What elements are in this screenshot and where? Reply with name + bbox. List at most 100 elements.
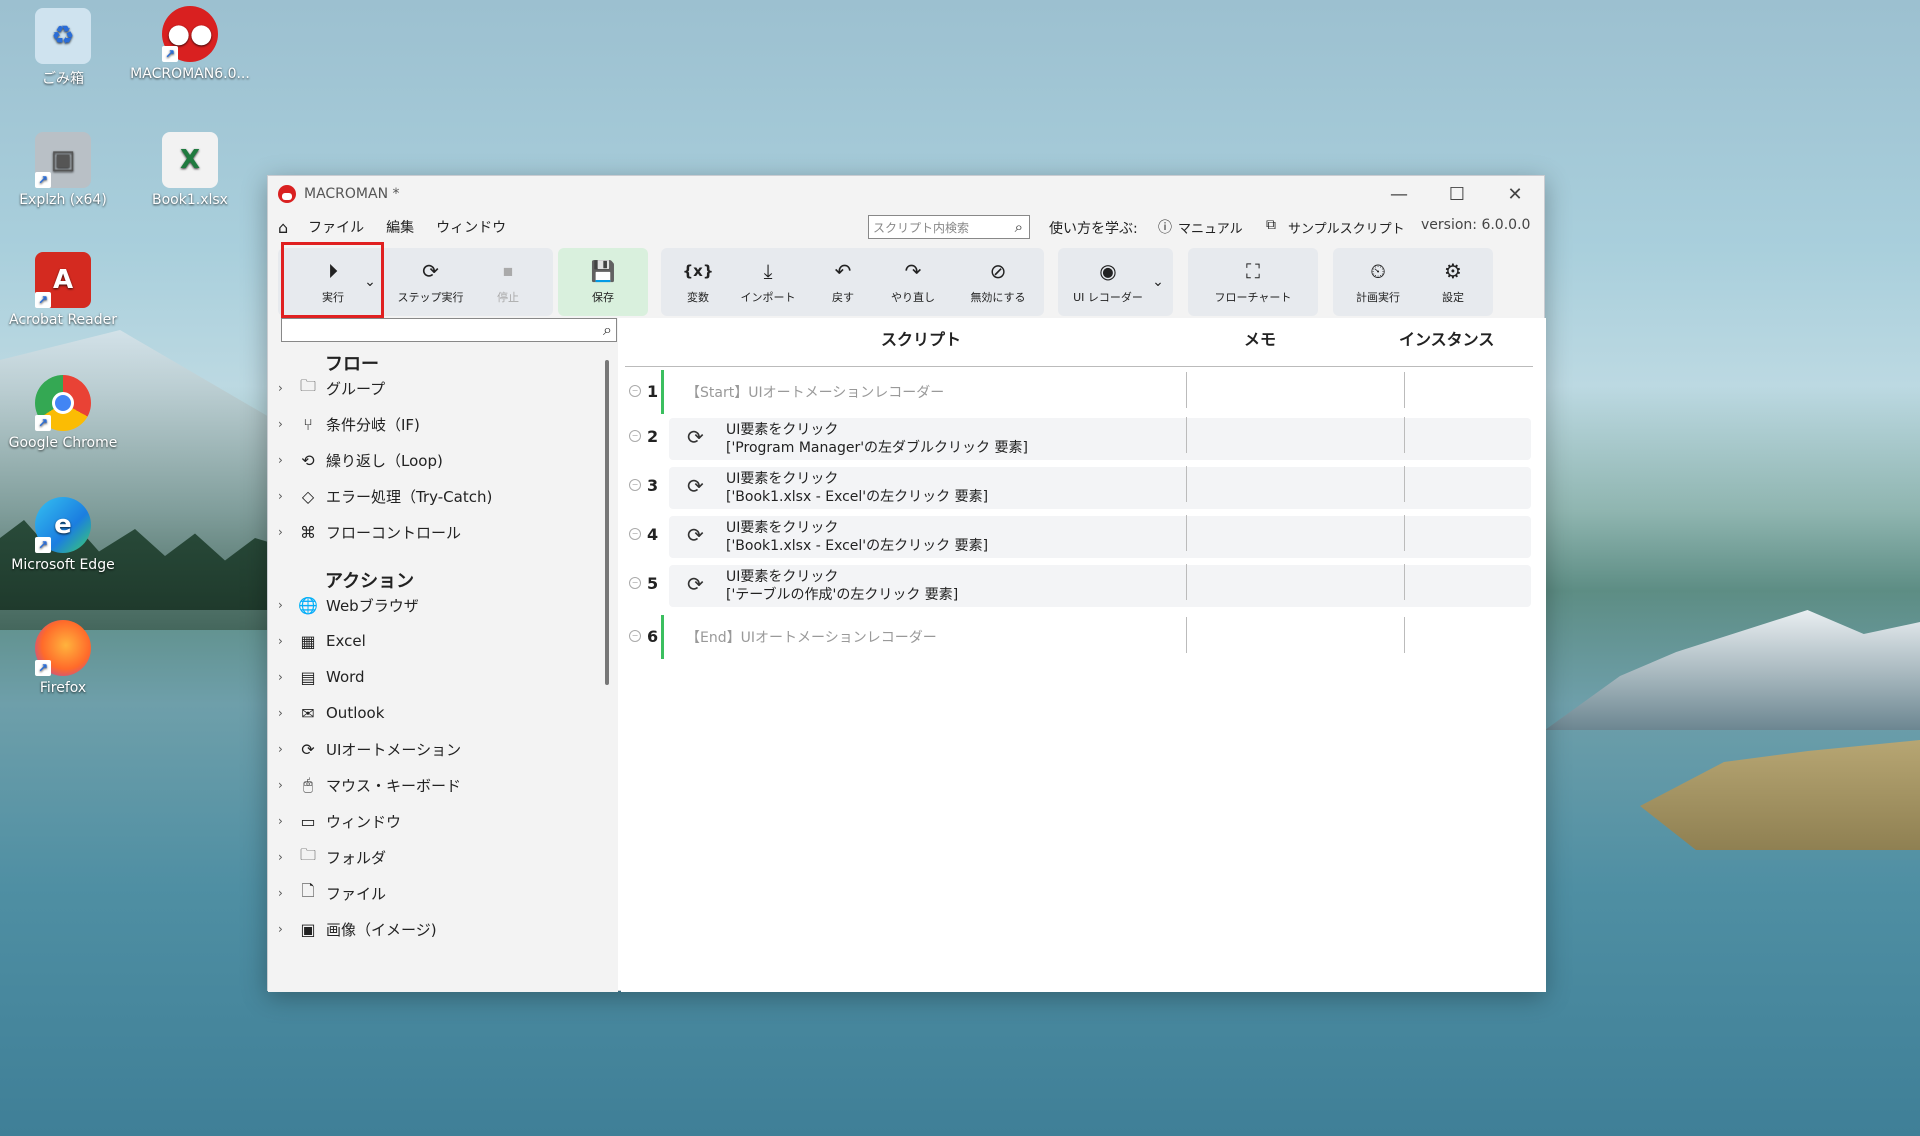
column-separator bbox=[1404, 515, 1405, 551]
flow-item-label: グループ bbox=[326, 379, 386, 398]
script-row[interactable]: − 4 ⟳ UI要素をクリック ['Book1.xlsx - Excel'の左ク… bbox=[621, 513, 1533, 558]
action-panel-scroll-thumb[interactable] bbox=[605, 360, 609, 685]
flowchart-button[interactable]: ⛶ フローチャート bbox=[1198, 248, 1308, 316]
flow-item-if[interactable]: › ⑂ 条件分岐（IF) bbox=[278, 409, 420, 439]
search-icon[interactable]: ⌕ bbox=[1015, 218, 1023, 236]
save-icon: 💾 bbox=[590, 259, 616, 283]
stop-icon: ⏹ bbox=[503, 259, 513, 283]
desktop-icon-book1[interactable]: X Book1.xlsx bbox=[130, 132, 250, 208]
desktop-icon-recycle-bin[interactable]: ♻ ごみ箱 bbox=[3, 8, 123, 88]
desktop-icon-firefox[interactable]: ↗ Firefox bbox=[3, 620, 123, 696]
action-item-word[interactable]: › ▤ Word bbox=[278, 662, 365, 692]
column-separator bbox=[1404, 564, 1405, 600]
chevron-right-icon: › bbox=[278, 489, 283, 503]
column-header-instance: インスタンス bbox=[1399, 330, 1495, 349]
import-button[interactable]: ⤓ インポート bbox=[728, 248, 808, 316]
action-item-label: Webブラウザ bbox=[326, 596, 419, 615]
script-row[interactable]: − 1 【Start】UIオートメーションレコーダー bbox=[621, 370, 1533, 414]
step-run-button[interactable]: ⟳ ステップ実行 bbox=[383, 248, 478, 316]
recorder-dropdown-button[interactable]: ⌄ bbox=[1148, 248, 1168, 316]
column-separator bbox=[1404, 372, 1405, 408]
action-item-label: Outlook bbox=[326, 704, 385, 722]
sample-script-link[interactable]: サンプルスクリプト bbox=[1288, 218, 1405, 237]
flow-item-flow-control[interactable]: › ⌘ フローコントロール bbox=[278, 517, 461, 547]
action-search-input[interactable]: ⌕ bbox=[281, 318, 617, 342]
row-active-bar bbox=[661, 615, 664, 659]
firefox-icon: ↗ bbox=[35, 620, 91, 676]
maximize-button[interactable]: ☐ bbox=[1428, 176, 1486, 212]
menu-window[interactable]: ウィンドウ bbox=[436, 217, 506, 237]
ui-recorder-button[interactable]: ◉ UI レコーダー bbox=[1063, 248, 1153, 316]
action-item-label: UIオートメーション bbox=[326, 740, 462, 759]
flowchart-label: フローチャート bbox=[1214, 291, 1292, 304]
app-logo-icon bbox=[278, 185, 296, 203]
variables-button[interactable]: {x} 変数 bbox=[668, 248, 728, 316]
script-search-input[interactable]: スクリプト内検索 ⌕ bbox=[868, 215, 1030, 239]
action-item-excel[interactable]: › ▦ Excel bbox=[278, 626, 366, 656]
schedule-button[interactable]: ⏲ 計画実行 bbox=[1343, 248, 1413, 316]
column-separator bbox=[1186, 564, 1187, 600]
flow-item-group[interactable]: › 🗀 グループ bbox=[278, 373, 385, 403]
background-mountain bbox=[1545, 610, 1920, 730]
action-item-window[interactable]: › ▭ ウィンドウ bbox=[278, 806, 401, 836]
desktop-icon-macroman[interactable]: ●● ↗ MACROMAN6.0... bbox=[130, 6, 250, 82]
flow-item-try-catch[interactable]: › ◇ エラー処理（Try-Catch) bbox=[278, 481, 492, 511]
action-item-file[interactable]: › 🗋 ファイル bbox=[278, 878, 386, 908]
chevron-right-icon: › bbox=[278, 453, 283, 467]
menu-file[interactable]: ファイル bbox=[308, 217, 364, 237]
flow-item-label: 繰り返し（Loop) bbox=[326, 451, 443, 470]
gear-icon: ⚙ bbox=[1444, 259, 1462, 283]
script-row[interactable]: − 3 ⟳ UI要素をクリック ['Book1.xlsx - Excel'の左ク… bbox=[621, 464, 1533, 509]
action-item-outlook[interactable]: › ✉ Outlook bbox=[278, 698, 384, 728]
collapse-icon[interactable]: − bbox=[629, 479, 641, 491]
collapse-icon[interactable]: − bbox=[629, 528, 641, 540]
collapse-icon[interactable]: − bbox=[629, 577, 641, 589]
redo-button[interactable]: ↷ やり直し bbox=[873, 248, 953, 316]
explzh-icon: ▣ ↗ bbox=[35, 132, 91, 188]
desktop-icon-label: Book1.xlsx bbox=[152, 192, 228, 208]
desktop-icon-edge[interactable]: e ↗ Microsoft Edge bbox=[3, 497, 123, 573]
action-item-mouse-keyboard[interactable]: › 🖱 マウス・キーボード bbox=[278, 770, 461, 800]
toolbar: ⏵ 実行 ⌄ ⟳ ステップ実行 ⏹ 停止 💾 保存 {x} 変数 ⤓ インポート… bbox=[268, 242, 1544, 318]
menu-edit[interactable]: 編集 bbox=[386, 217, 414, 237]
manual-link[interactable]: マニュアル bbox=[1178, 218, 1243, 237]
disable-button[interactable]: ⊘ 無効にする bbox=[958, 248, 1038, 316]
desktop-icon-label: Explzh (x64) bbox=[19, 192, 107, 208]
script-row[interactable]: − 5 ⟳ UI要素をクリック ['テーブルの作成'の左クリック 要素] bbox=[621, 562, 1533, 607]
row-action-title: UI要素をクリック bbox=[726, 422, 839, 438]
column-header-memo: メモ bbox=[1244, 330, 1277, 349]
flow-item-loop[interactable]: › ⟲ 繰り返し（Loop) bbox=[278, 445, 443, 475]
chevron-right-icon: › bbox=[278, 814, 283, 828]
title-bar[interactable]: MACROMAN * — ☐ ✕ bbox=[268, 176, 1544, 212]
save-button[interactable]: 💾 保存 bbox=[568, 248, 638, 316]
action-item-ui-automation[interactable]: › ⟳ UIオートメーション bbox=[278, 734, 461, 764]
column-separator bbox=[1186, 617, 1187, 653]
collapse-icon[interactable]: − bbox=[629, 630, 641, 642]
stop-button[interactable]: ⏹ 停止 bbox=[478, 248, 538, 316]
flow-item-label: 条件分岐（IF) bbox=[326, 415, 420, 434]
column-header-script: スクリプト bbox=[881, 330, 962, 349]
globe-icon: 🌐 bbox=[298, 595, 318, 615]
collapse-icon[interactable]: − bbox=[629, 385, 641, 397]
background-grass bbox=[1640, 740, 1920, 850]
collapse-icon[interactable]: − bbox=[629, 430, 641, 442]
action-item-image[interactable]: › ▣ 画像（イメージ) bbox=[278, 914, 437, 944]
home-icon[interactable]: ⌂ bbox=[278, 218, 288, 237]
undo-button[interactable]: ↶ 戻す bbox=[813, 248, 873, 316]
action-item-folder[interactable]: › 🗀 フォルダ bbox=[278, 842, 386, 872]
close-button[interactable]: ✕ bbox=[1486, 176, 1544, 212]
step-play-icon: ⟳ bbox=[422, 259, 439, 283]
action-item-web-browser[interactable]: › 🌐 Webブラウザ bbox=[278, 590, 419, 620]
edge-icon: e ↗ bbox=[35, 497, 91, 553]
desktop-icon-chrome[interactable]: ↗ Google Chrome bbox=[3, 375, 123, 451]
minimize-button[interactable]: — bbox=[1370, 176, 1428, 212]
row-action-detail: ['Book1.xlsx - Excel'の左クリック 要素] bbox=[726, 538, 989, 554]
script-row[interactable]: − 2 ⟳ UI要素をクリック ['Program Manager'の左ダブルク… bbox=[621, 415, 1533, 460]
script-row[interactable]: − 6 【End】UIオートメーションレコーダー bbox=[621, 615, 1533, 659]
import-label: インポート bbox=[740, 291, 796, 304]
desktop-icon-acrobat[interactable]: A ↗ Acrobat Reader bbox=[3, 252, 123, 328]
desktop-icon-explzh[interactable]: ▣ ↗ Explzh (x64) bbox=[3, 132, 123, 208]
chrome-icon: ↗ bbox=[35, 375, 91, 431]
settings-button[interactable]: ⚙ 設定 bbox=[1423, 248, 1483, 316]
row-text: 【End】UIオートメーションレコーダー bbox=[686, 630, 937, 646]
